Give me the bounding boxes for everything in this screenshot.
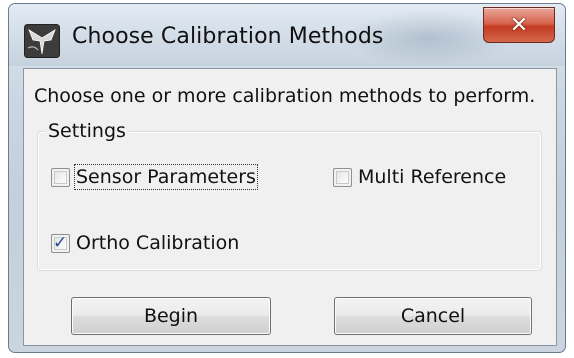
close-icon: ✕	[509, 12, 529, 38]
close-button[interactable]: ✕	[483, 7, 555, 43]
ortho-calibration-label[interactable]: Ortho Calibration	[76, 232, 239, 254]
multi-reference-label[interactable]: Multi Reference	[358, 166, 506, 188]
title-bar[interactable]: Choose Calibration Methods ✕	[9, 4, 565, 66]
checkbox-box[interactable]	[51, 167, 70, 187]
begin-button[interactable]: Begin	[71, 297, 271, 335]
checkmark-icon: ✓	[53, 232, 68, 253]
cancel-button[interactable]: Cancel	[334, 297, 532, 335]
window-title: Choose Calibration Methods	[72, 24, 384, 49]
settings-group-label: Settings	[45, 120, 129, 142]
multi-reference-checkbox[interactable]: Multi Reference	[333, 163, 506, 191]
sensor-parameters-label[interactable]: Sensor Parameters	[74, 164, 258, 190]
dialog-body: Choose one or more calibration methods t…	[23, 68, 557, 346]
checkbox-box[interactable]	[333, 167, 352, 187]
instruction-text: Choose one or more calibration methods t…	[34, 85, 536, 107]
app-calibration-icon	[24, 24, 60, 58]
ortho-calibration-checkbox[interactable]: ✓ Ortho Calibration	[51, 229, 239, 257]
dialog-window: Choose Calibration Methods ✕ Choose one …	[8, 3, 566, 353]
checkbox-box-checked[interactable]: ✓	[51, 232, 70, 253]
sensor-parameters-checkbox[interactable]: Sensor Parameters	[51, 163, 258, 191]
